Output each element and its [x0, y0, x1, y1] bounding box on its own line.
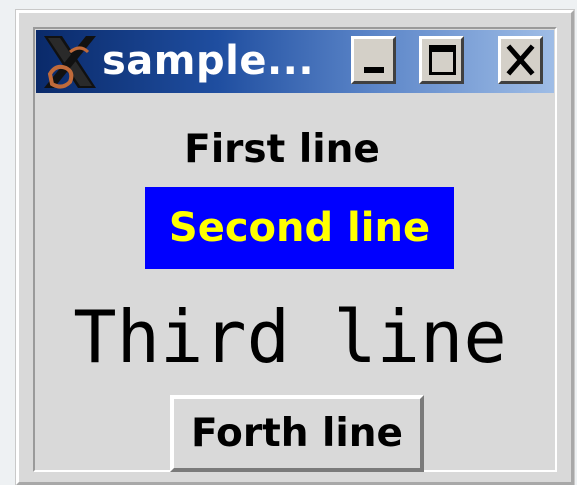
first-line-label: First line: [184, 127, 380, 172]
title-bar[interactable]: sample...: [36, 30, 554, 93]
x-window-system-icon[interactable]: [40, 34, 100, 90]
minimize-button[interactable]: [351, 36, 396, 84]
minimize-icon: [364, 67, 384, 73]
second-line-label: Second line: [145, 187, 454, 269]
maximize-icon: [429, 45, 456, 75]
window-title: sample...: [102, 38, 315, 84]
close-icon: [501, 39, 540, 81]
third-line-label: Third line: [73, 295, 507, 379]
maximize-button[interactable]: [419, 36, 464, 84]
close-button[interactable]: [498, 36, 543, 84]
forth-line-button[interactable]: Forth line: [170, 395, 424, 472]
